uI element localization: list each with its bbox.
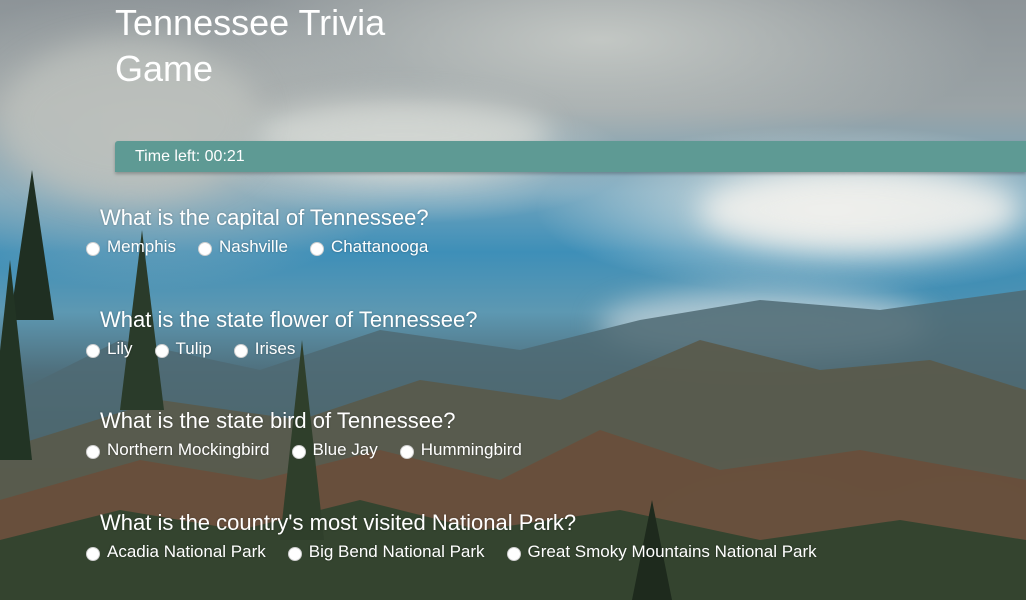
question-1: What is the capital of Tennessee? Memphi… <box>86 205 986 257</box>
radio-button[interactable] <box>399 445 414 459</box>
option-lily[interactable]: Lily <box>86 339 133 359</box>
option-chattanooga[interactable]: Chattanooga <box>309 237 429 257</box>
option-acadia[interactable]: Acadia National Park <box>86 542 266 562</box>
radio-button[interactable] <box>309 242 324 256</box>
question-2: What is the state flower of Tennessee? L… <box>86 307 986 359</box>
page-title: Tennessee Trivia Game <box>115 2 386 89</box>
radio-button[interactable] <box>506 547 521 561</box>
option-big-bend[interactable]: Big Bend National Park <box>287 542 485 562</box>
question-text: What is the capital of Tennessee? <box>100 205 429 230</box>
answer-options: Lily Tulip Irises <box>86 339 986 359</box>
answer-options: Northern Mockingbird Blue Jay Hummingbir… <box>86 440 986 460</box>
option-label: Great Smoky Mountains National Park <box>527 542 817 561</box>
option-nashville[interactable]: Nashville <box>197 237 288 257</box>
option-irises[interactable]: Irises <box>233 339 296 359</box>
option-label: Northern Mockingbird <box>107 440 270 459</box>
option-label: Blue Jay <box>312 440 378 459</box>
radio-button[interactable] <box>287 547 302 561</box>
option-memphis[interactable]: Memphis <box>86 237 176 257</box>
option-label: Memphis <box>107 237 176 256</box>
option-great-smoky-mountains[interactable]: Great Smoky Mountains National Park <box>506 542 817 562</box>
radio-button[interactable] <box>86 547 100 561</box>
answer-options: Acadia National Park Big Bend National P… <box>86 542 986 562</box>
option-label: Acadia National Park <box>107 542 266 561</box>
radio-button[interactable] <box>154 344 169 358</box>
question-3: What is the state bird of Tennessee? Nor… <box>86 408 986 460</box>
question-text: What is the state bird of Tennessee? <box>100 408 456 433</box>
timer-label: Time left: 00:21 <box>135 148 245 165</box>
question-text: What is the state flower of Tennessee? <box>100 307 478 332</box>
radio-button[interactable] <box>86 344 100 358</box>
radio-button[interactable] <box>86 445 100 459</box>
timer-bar: Time left: 00:21 <box>115 141 1026 172</box>
question-text: What is the country's most visited Natio… <box>100 510 577 535</box>
question-4: What is the country's most visited Natio… <box>86 510 986 562</box>
option-label: Lily <box>107 339 133 358</box>
radio-button[interactable] <box>291 445 306 459</box>
radio-button[interactable] <box>197 242 212 256</box>
option-tulip[interactable]: Tulip <box>154 339 212 359</box>
option-label: Nashville <box>218 237 288 256</box>
radio-button[interactable] <box>86 242 100 256</box>
pine-tree <box>0 260 32 460</box>
option-label: Big Bend National Park <box>308 542 485 561</box>
option-label: Hummingbird <box>420 440 522 459</box>
option-blue-jay[interactable]: Blue Jay <box>291 440 378 460</box>
radio-button[interactable] <box>233 344 248 358</box>
answer-options: Memphis Nashville Chattanooga <box>86 237 986 257</box>
option-label: Tulip <box>175 339 212 358</box>
option-northern-mockingbird[interactable]: Northern Mockingbird <box>86 440 270 460</box>
option-hummingbird[interactable]: Hummingbird <box>399 440 522 460</box>
option-label: Chattanooga <box>330 237 429 256</box>
option-label: Irises <box>254 339 296 358</box>
